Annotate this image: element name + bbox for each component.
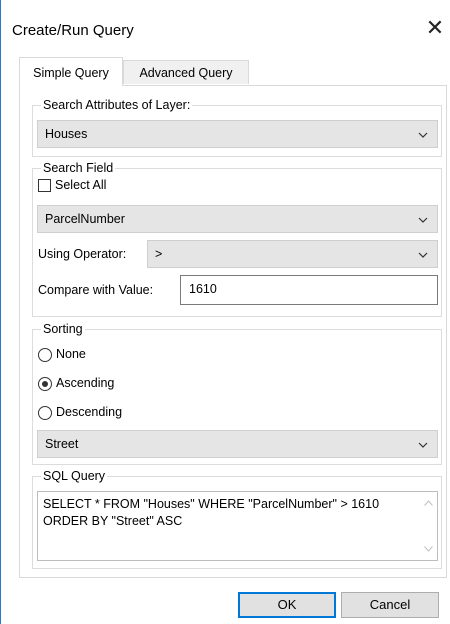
- sql-query-group: SQL Query SELECT * FROM "Houses" WHERE "…: [32, 468, 442, 569]
- compare-value-text: 1610: [189, 282, 217, 296]
- sort-none-label: None: [56, 347, 86, 361]
- search-attributes-group: Search Attributes of Layer: Houses: [32, 97, 442, 157]
- search-attributes-label: Search Attributes of Layer:: [41, 97, 193, 113]
- sql-query-label: SQL Query: [41, 468, 108, 484]
- search-field-group: Search Field Select All ParcelNumber Usi…: [32, 160, 442, 317]
- sorting-group: Sorting None Ascending Descending Street: [32, 321, 442, 465]
- simple-query-panel: Search Attributes of Layer: Houses Searc…: [19, 85, 447, 578]
- search-field-dropdown-value: ParcelNumber: [45, 212, 125, 226]
- close-button[interactable]: ✕: [421, 14, 449, 42]
- layer-dropdown-value: Houses: [45, 127, 88, 141]
- select-all-checkbox[interactable]: [38, 179, 51, 192]
- sql-query-text: SELECT * FROM "Houses" WHERE "ParcelNumb…: [43, 497, 383, 528]
- cancel-button[interactable]: Cancel: [341, 592, 439, 618]
- using-operator-label: Using Operator:: [38, 247, 127, 261]
- compare-value-label: Compare with Value:: [38, 283, 154, 297]
- ok-button-label: OK: [277, 597, 297, 612]
- window-title: Create/Run Query: [12, 22, 134, 39]
- sort-field-dropdown-value: Street: [45, 437, 79, 451]
- search-field-label: Search Field: [41, 160, 116, 176]
- sort-descending-radio[interactable]: [38, 406, 52, 420]
- chevron-down-icon: [418, 442, 428, 448]
- sql-query-textarea[interactable]: SELECT * FROM "Houses" WHERE "ParcelNumb…: [37, 491, 438, 561]
- radio-selected-dot: [42, 381, 48, 387]
- sort-field-dropdown[interactable]: Street: [37, 430, 438, 458]
- sort-none-radio[interactable]: [38, 348, 52, 362]
- close-icon: ✕: [425, 15, 445, 40]
- ok-button[interactable]: OK: [238, 592, 336, 618]
- sort-ascending-label: Ascending: [56, 376, 115, 390]
- search-field-dropdown[interactable]: ParcelNumber: [37, 205, 438, 233]
- compare-value-input[interactable]: 1610: [180, 275, 438, 305]
- operator-dropdown[interactable]: >: [147, 240, 438, 268]
- tab-label: Simple Query: [33, 66, 109, 80]
- chevron-down-icon: [418, 217, 428, 223]
- create-run-query-dialog: Create/Run Query ✕ Simple Query Advanced…: [0, 0, 450, 624]
- select-all-label: Select All: [55, 178, 107, 192]
- title-bar: Create/Run Query ✕: [1, 0, 450, 58]
- sorting-label: Sorting: [41, 321, 85, 337]
- operator-dropdown-value: >: [155, 247, 163, 261]
- tab-advanced-query[interactable]: Advanced Query: [123, 60, 249, 84]
- scroll-down-arrow-icon[interactable]: [424, 546, 433, 552]
- layer-dropdown[interactable]: Houses: [37, 120, 438, 148]
- tab-label: Advanced Query: [139, 66, 233, 80]
- cancel-button-label: Cancel: [369, 597, 411, 612]
- chevron-down-icon: [418, 252, 428, 258]
- sort-descending-label: Descending: [56, 405, 123, 419]
- sort-ascending-radio[interactable]: [38, 377, 52, 391]
- scroll-up-arrow-icon[interactable]: [424, 500, 433, 506]
- sql-query-scrollbar[interactable]: [420, 492, 437, 560]
- chevron-down-icon: [418, 132, 428, 138]
- tab-simple-query[interactable]: Simple Query: [19, 57, 123, 86]
